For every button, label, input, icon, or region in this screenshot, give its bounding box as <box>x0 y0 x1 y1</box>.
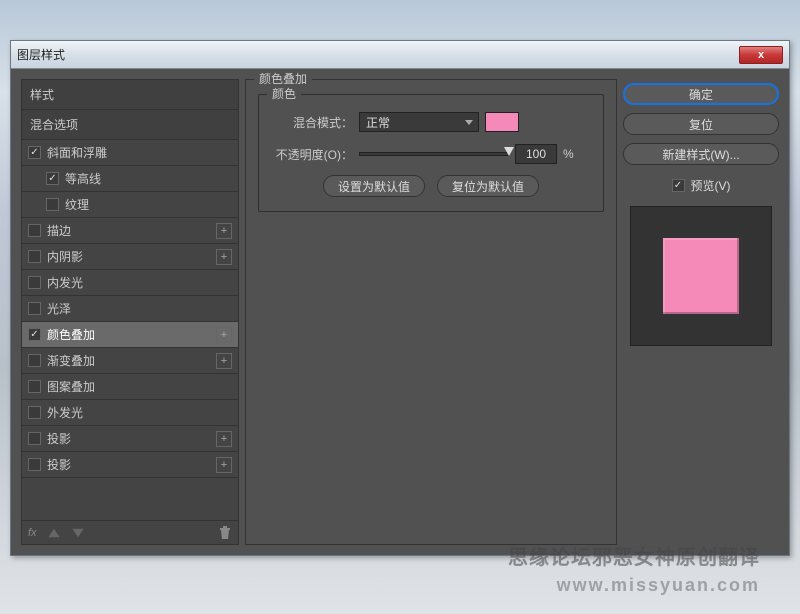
style-checkbox[interactable] <box>28 354 41 367</box>
style-row[interactable]: 渐变叠加 + <box>22 348 238 374</box>
blend-mode-label: 混合模式： <box>269 114 353 131</box>
style-row[interactable]: 等高线 <box>22 166 238 192</box>
preview-box <box>630 206 772 346</box>
style-row[interactable]: 投影 + <box>22 452 238 478</box>
right-panel: 确定 复位 新建样式(W)... 预览(V) <box>623 79 779 545</box>
opacity-label: 不透明度(O)： <box>269 146 353 163</box>
style-label: 等高线 <box>65 170 101 187</box>
arrow-down-icon[interactable] <box>71 526 85 540</box>
opacity-slider[interactable] <box>359 152 509 156</box>
style-label: 内阴影 <box>47 248 83 265</box>
style-checkbox[interactable] <box>28 276 41 289</box>
style-label: 投影 <box>47 430 71 447</box>
opacity-row: 不透明度(O)： % <box>269 141 593 167</box>
preview-checkbox-row[interactable]: 预览(V) <box>623 177 779 194</box>
add-instance-icon[interactable]: + <box>216 223 232 239</box>
style-checkbox[interactable] <box>28 406 41 419</box>
opacity-unit: % <box>563 147 574 161</box>
style-row[interactable]: 投影 + <box>22 426 238 452</box>
style-row[interactable]: 斜面和浮雕 <box>22 140 238 166</box>
style-label: 纹理 <box>65 196 89 213</box>
style-checkbox[interactable] <box>28 250 41 263</box>
fx-toolbar: fx <box>22 520 238 544</box>
dialog-body: 样式 混合选项 斜面和浮雕等高线纹理描边 + 内阴影 + 内发光光泽颜色叠加 + 渐变叠加 +… <box>11 69 789 555</box>
title-bar: 图层样式 x <box>11 41 789 69</box>
close-icon: x <box>758 49 764 61</box>
style-list-panel: 样式 混合选项 斜面和浮雕等高线纹理描边 + 内阴影 + 内发光光泽颜色叠加 + 渐变叠加 +… <box>21 79 239 545</box>
style-checkbox[interactable] <box>28 328 41 341</box>
arrow-up-icon[interactable] <box>47 526 61 540</box>
add-instance-icon[interactable]: + <box>216 457 232 473</box>
opacity-input[interactable] <box>515 144 557 164</box>
style-label: 内发光 <box>47 274 83 291</box>
style-row[interactable]: 图案叠加 <box>22 374 238 400</box>
color-swatch[interactable] <box>485 112 519 132</box>
trash-icon[interactable] <box>218 526 232 540</box>
style-row[interactable]: 纹理 <box>22 192 238 218</box>
watermark-text-2: www.missyuan.com <box>557 575 760 596</box>
style-label: 描边 <box>47 222 71 239</box>
dialog-title: 图层样式 <box>17 46 65 63</box>
add-instance-icon[interactable]: + <box>216 327 232 343</box>
add-instance-icon[interactable]: + <box>216 431 232 447</box>
group-label: 颜色 <box>267 85 301 102</box>
add-instance-icon[interactable]: + <box>216 249 232 265</box>
style-row[interactable]: 颜色叠加 + <box>22 322 238 348</box>
style-label: 斜面和浮雕 <box>47 144 107 161</box>
set-default-button[interactable]: 设置为默认值 <box>323 175 425 197</box>
settings-panel: 颜色叠加 颜色 混合模式： 正常 不透明度(O)： % 设置为默认值 复位为默认… <box>245 79 617 545</box>
blend-mode-value: 正常 <box>366 114 390 131</box>
close-button[interactable]: x <box>739 46 783 64</box>
fx-menu-icon[interactable]: fx <box>28 527 37 539</box>
slider-thumb[interactable] <box>504 147 514 156</box>
style-checkbox[interactable] <box>28 380 41 393</box>
style-checkbox[interactable] <box>28 432 41 445</box>
style-label: 光泽 <box>47 300 71 317</box>
watermark-text-1: 思缘论坛邪恶女神原创翻译 <box>508 541 760 570</box>
style-row[interactable]: 外发光 <box>22 400 238 426</box>
layer-style-dialog: 图层样式 x 样式 混合选项 斜面和浮雕等高线纹理描边+内阴影+内发光光泽颜色叠… <box>10 40 790 556</box>
preview-label: 预览(V) <box>691 177 731 194</box>
style-label: 渐变叠加 <box>47 352 95 369</box>
default-buttons-row: 设置为默认值 复位为默认值 <box>269 175 593 197</box>
style-row[interactable]: 内阴影 + <box>22 244 238 270</box>
style-checkbox[interactable] <box>46 198 59 211</box>
style-row[interactable]: 描边 + <box>22 218 238 244</box>
style-row[interactable]: 内发光 <box>22 270 238 296</box>
style-checkbox[interactable] <box>28 224 41 237</box>
preview-swatch <box>663 238 739 314</box>
style-checkbox[interactable] <box>28 146 41 159</box>
cancel-button[interactable]: 复位 <box>623 113 779 135</box>
style-checkbox[interactable] <box>28 302 41 315</box>
add-instance-icon[interactable]: + <box>216 353 232 369</box>
blend-mode-select[interactable]: 正常 <box>359 112 479 132</box>
style-label: 外发光 <box>47 404 83 421</box>
preview-checkbox[interactable] <box>672 179 685 192</box>
reset-default-button[interactable]: 复位为默认值 <box>437 175 539 197</box>
style-label: 颜色叠加 <box>47 326 95 343</box>
blend-options-header[interactable]: 混合选项 <box>22 110 238 140</box>
blend-mode-row: 混合模式： 正常 <box>269 109 593 135</box>
style-row[interactable]: 光泽 <box>22 296 238 322</box>
style-label: 投影 <box>47 456 71 473</box>
ok-button[interactable]: 确定 <box>623 83 779 105</box>
style-list: 样式 混合选项 斜面和浮雕等高线纹理描边 + 内阴影 + 内发光光泽颜色叠加 + 渐变叠加 +… <box>22 80 238 520</box>
style-label: 图案叠加 <box>47 378 95 395</box>
new-style-button[interactable]: 新建样式(W)... <box>623 143 779 165</box>
style-checkbox[interactable] <box>46 172 59 185</box>
style-list-header[interactable]: 样式 <box>22 80 238 110</box>
style-checkbox[interactable] <box>28 458 41 471</box>
color-group: 颜色 混合模式： 正常 不透明度(O)： % 设置为默认值 复位为默认值 <box>258 94 604 212</box>
